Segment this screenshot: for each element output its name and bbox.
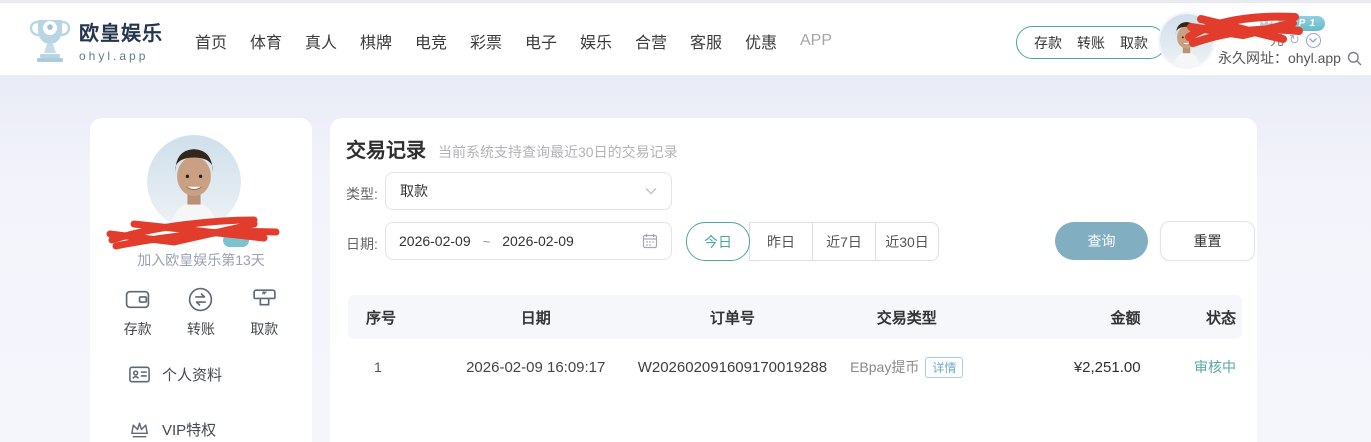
sidebar-item-profile[interactable]: 个人资料 — [128, 363, 222, 386]
date-from-value: 2026-02-09 — [399, 233, 471, 249]
nav-item-slots[interactable]: 电子 — [525, 29, 580, 53]
top-navbar: 欧皇娱乐 ohyl.app 首页 体育 真人 棋牌 电竞 彩票 电子 娱乐 合营… — [0, 0, 1371, 75]
nav-item-support[interactable]: 客服 — [690, 29, 745, 53]
nav-item-partnership[interactable]: 合营 — [635, 29, 690, 53]
withdraw-icon — [251, 286, 278, 313]
nav-item-lottery[interactable]: 彩票 — [470, 29, 525, 53]
type-filter-label: 类型: — [346, 184, 378, 204]
col-status: 状态 — [1153, 307, 1242, 328]
crown-icon — [1258, 17, 1275, 30]
range-today-button[interactable]: 今日 — [686, 222, 750, 261]
calendar-icon — [642, 233, 658, 249]
row-type: EBpay提币详情 — [831, 357, 983, 378]
range-30days-button[interactable]: 近30日 — [875, 222, 939, 261]
row-date: 2026-02-09 16:09:17 — [437, 359, 634, 376]
table-header: 序号 日期 订单号 交易类型 金额 状态 — [348, 295, 1242, 339]
type-select-value: 取款 — [400, 181, 645, 201]
col-date: 日期 — [437, 307, 634, 328]
sidebar-deposit-button[interactable]: 存款 — [124, 286, 152, 339]
avatar[interactable] — [147, 135, 241, 229]
reset-button[interactable]: 重置 — [1160, 221, 1255, 261]
nav-item-sports[interactable]: 体育 — [250, 29, 305, 53]
nav-item-chess[interactable]: 棋牌 — [360, 29, 415, 53]
sidebar-transfer-button[interactable]: 转账 — [187, 286, 215, 339]
profile-sidebar: 加入欧皇娱乐第13天 存款 — [90, 118, 312, 442]
date-to-value: 2026-02-09 — [502, 233, 574, 249]
type-select[interactable]: 取款 — [385, 172, 672, 210]
page-background: 加入欧皇娱乐第13天 存款 — [0, 75, 1371, 442]
row-index: 1 — [348, 359, 437, 375]
panel-header: 交易记录 当前系统支持查询最近30日的交易记录 — [346, 134, 678, 163]
row-amount: ¥2,251.00 — [983, 359, 1153, 376]
nav-item-live[interactable]: 真人 — [305, 29, 360, 53]
row-status: 审核中 — [1153, 357, 1242, 377]
date-filter-label: 日期: — [346, 234, 378, 254]
nav-item-app[interactable]: APP — [800, 32, 855, 50]
date-range-input[interactable]: 2026-02-09 ~ 2026-02-09 — [385, 222, 672, 260]
range-7days-button[interactable]: 近7日 — [812, 222, 876, 261]
page-title: 交易记录 — [346, 134, 426, 163]
nav-item-esports[interactable]: 电竞 — [415, 29, 470, 53]
quick-range-group: 今日 昨日 近7日 近30日 — [686, 222, 939, 261]
transactions-table: 序号 日期 订单号 交易类型 金额 状态 1 2026-02-09 16:09:… — [348, 295, 1242, 395]
id-card-icon — [128, 363, 151, 386]
col-order-no: 订单号 — [634, 307, 831, 328]
transactions-panel: 交易记录 当前系统支持查询最近30日的交易记录 类型: 取款 日期: 2026-… — [330, 118, 1257, 442]
deposit-link[interactable]: 存款 — [1034, 33, 1062, 53]
brand-domain: ohyl.app — [79, 49, 163, 63]
detail-link[interactable]: 详情 — [925, 357, 963, 378]
redacted-badge — [223, 234, 249, 247]
sidebar-item-vip[interactable]: VIP特权 — [128, 418, 216, 441]
nav-item-entertainment[interactable]: 娱乐 — [580, 29, 635, 53]
range-yesterday-button[interactable]: 昨日 — [749, 222, 813, 261]
crown-icon — [128, 418, 151, 441]
permanent-url-row: 永久网址：ohyl.app — [1218, 48, 1362, 68]
refresh-icon[interactable]: ↻ — [1289, 32, 1300, 48]
balance-unit: 元 — [1270, 30, 1284, 50]
col-type: 交易类型 — [831, 307, 983, 328]
wallet-icon — [124, 286, 151, 313]
vip-badge-row: VIP 1 — [1258, 16, 1325, 31]
sidebar-withdraw-button[interactable]: 取款 — [250, 286, 278, 339]
chevron-down-icon — [645, 187, 657, 195]
col-amount: 金额 — [983, 307, 1153, 328]
vip-level-badge[interactable]: VIP 1 — [1278, 16, 1325, 31]
permanent-url: 永久网址：ohyl.app — [1218, 48, 1341, 68]
query-button[interactable]: 查询 — [1055, 222, 1148, 260]
transfer-icon — [187, 286, 214, 313]
row-order-no: W202602091609170019288 — [634, 359, 831, 376]
search-icon[interactable] — [1347, 51, 1362, 66]
join-days-text: 加入欧皇娱乐第13天 — [90, 250, 312, 270]
page-subtitle: 当前系统支持查询最近30日的交易记录 — [438, 142, 678, 162]
main-nav: 首页 体育 真人 棋牌 电竞 彩票 电子 娱乐 合营 客服 优惠 APP — [195, 3, 855, 78]
transfer-link[interactable]: 转账 — [1077, 33, 1105, 53]
quick-actions-pill: 存款 转账 取款 — [1016, 26, 1166, 59]
brand-logo[interactable]: 欧皇娱乐 ohyl.app — [30, 16, 163, 63]
trophy-icon — [30, 16, 70, 63]
col-index: 序号 — [348, 307, 437, 328]
nav-item-promos[interactable]: 优惠 — [745, 29, 800, 53]
avatar[interactable] — [1160, 14, 1213, 67]
chevron-down-icon[interactable] — [1306, 33, 1321, 48]
withdraw-link[interactable]: 取款 — [1120, 33, 1148, 53]
date-separator: ~ — [483, 234, 491, 249]
table-row: 1 2026-02-09 16:09:17 W20260209160917001… — [348, 339, 1242, 395]
brand-name: 欧皇娱乐 — [79, 17, 163, 46]
nav-item-home[interactable]: 首页 — [195, 29, 250, 53]
wallet-actions: 存款 转账 — [90, 286, 312, 339]
balance-row: 元 ↻ — [1270, 30, 1321, 50]
